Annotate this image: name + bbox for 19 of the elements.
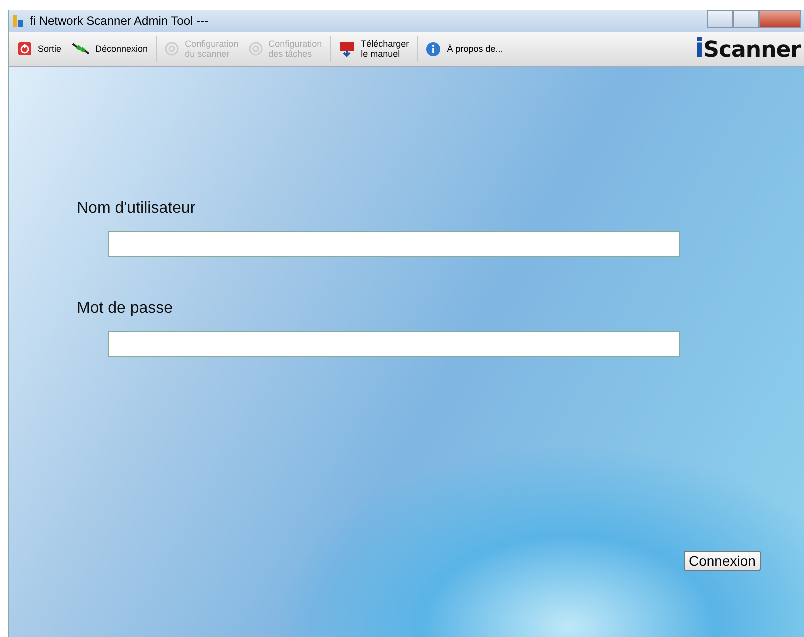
plug-icon: [72, 42, 90, 56]
info-icon: [426, 42, 442, 56]
input-field[interactable]: [108, 231, 680, 257]
app-icon: [11, 14, 25, 28]
pdf-icon: [339, 41, 356, 57]
window-title: fi Network Scanner Admin Tool ---: [30, 14, 209, 28]
toolbar-button[interactable]: Déconnexion: [66, 40, 154, 58]
app-logo: iScanner: [695, 34, 801, 64]
input-field[interactable]: [108, 331, 680, 357]
minimize-button[interactable]: [707, 10, 733, 28]
field-label: Nom d'utilisateur: [77, 200, 197, 218]
toolbar-button[interactable]: Télécharger le manuel: [334, 37, 414, 61]
close-button[interactable]: [759, 10, 801, 28]
login-button[interactable]: Connexion: [684, 551, 761, 571]
toolbar-button[interactable]: Sortie: [13, 40, 67, 58]
toolbar-button[interactable]: À propos de...: [421, 40, 508, 58]
field-label: Mot de passe: [77, 300, 174, 318]
power-icon: [18, 42, 32, 56]
maximize-button[interactable]: [733, 10, 759, 28]
